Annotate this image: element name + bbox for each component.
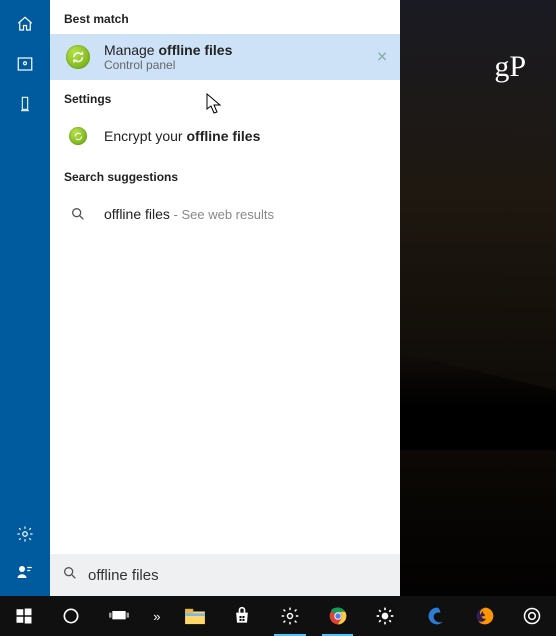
taskview-button[interactable] — [97, 596, 141, 636]
firefox-button[interactable] — [463, 596, 507, 636]
result-subtitle: Control panel — [104, 58, 232, 72]
home-icon[interactable] — [15, 14, 35, 34]
feedback-icon[interactable] — [15, 562, 35, 582]
store-button[interactable] — [220, 596, 264, 636]
photo-icon[interactable] — [15, 54, 35, 74]
settings-gear-icon[interactable] — [15, 524, 35, 544]
result-title: offline files - See web results — [104, 206, 274, 222]
search-icon — [62, 565, 78, 586]
search-icon — [64, 200, 92, 228]
device-icon[interactable] — [15, 94, 35, 114]
settings-app-button[interactable] — [268, 596, 312, 636]
result-title: Encrypt your offline files — [104, 128, 260, 144]
cortana-button[interactable] — [50, 596, 94, 636]
result-web-offline-files[interactable]: offline files - See web results — [50, 192, 400, 236]
sync-icon — [66, 45, 90, 69]
best-match-header: Best match — [50, 0, 400, 34]
chevron-icon[interactable]: » — [145, 596, 169, 636]
sync-icon — [69, 127, 87, 145]
search-results-panel: Best match Manage offline files Control … — [50, 0, 400, 596]
action-center-button[interactable] — [510, 596, 554, 636]
taskbar: » — [0, 596, 556, 636]
start-button[interactable] — [2, 596, 46, 636]
close-icon[interactable]: ✕ — [376, 49, 388, 66]
start-sidebar — [0, 0, 50, 596]
result-manage-offline-files[interactable]: Manage offline files Control panel ✕ — [50, 34, 400, 80]
search-input-box[interactable] — [50, 554, 400, 596]
result-title: Manage offline files — [104, 42, 232, 58]
file-explorer-button[interactable] — [173, 596, 217, 636]
search-input[interactable] — [88, 567, 388, 584]
result-encrypt-offline-files[interactable]: Encrypt your offline files — [50, 114, 400, 158]
settings-header: Settings — [50, 80, 400, 114]
edge-button[interactable] — [415, 596, 459, 636]
brightness-button[interactable] — [363, 596, 407, 636]
watermark-logo: gP — [494, 50, 526, 84]
suggestions-header: Search suggestions — [50, 158, 400, 192]
chrome-button[interactable] — [316, 596, 360, 636]
